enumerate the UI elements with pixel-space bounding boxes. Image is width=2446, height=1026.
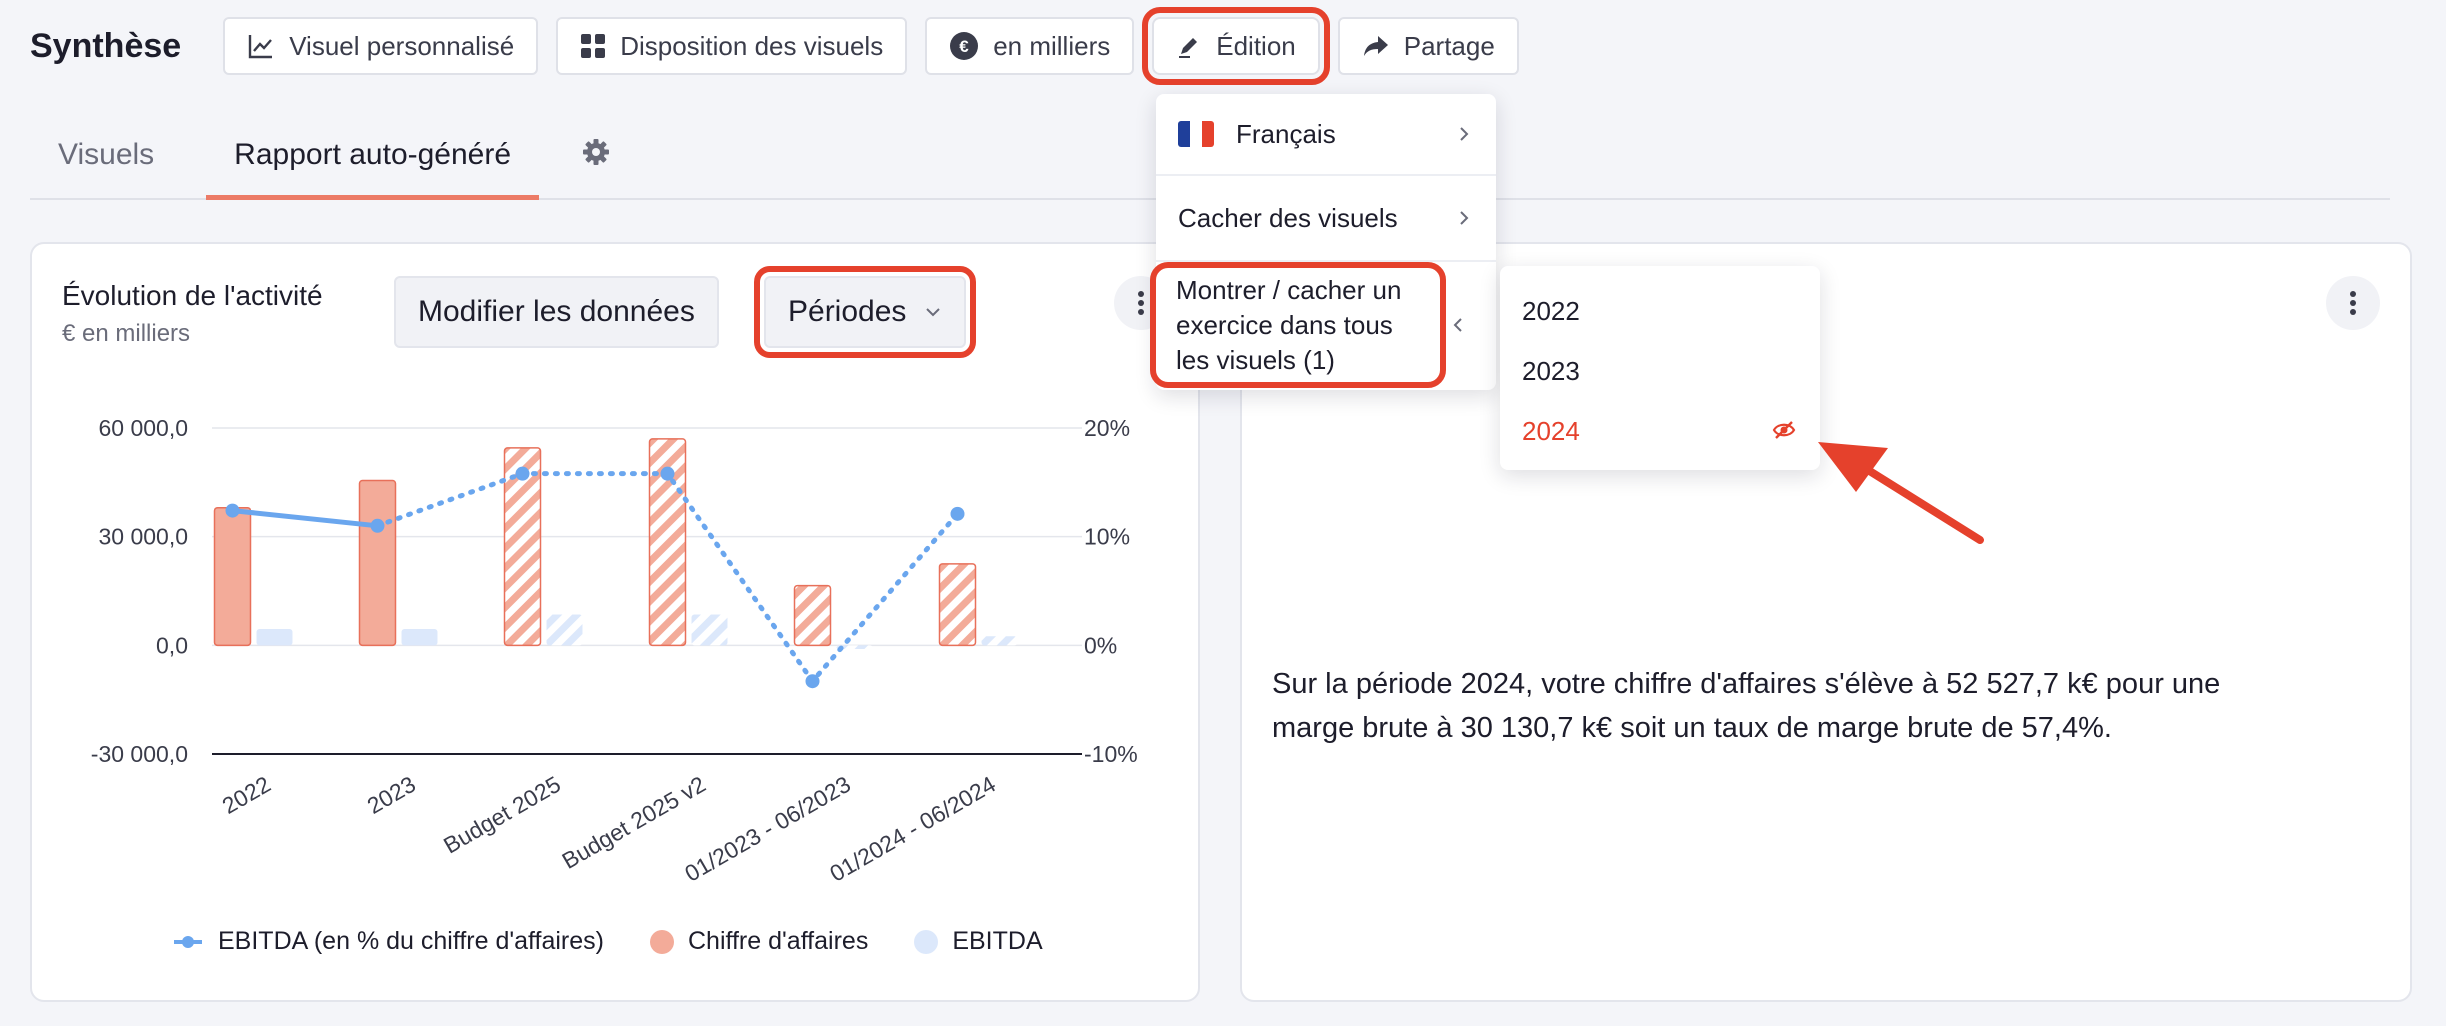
menu-divider: [1156, 260, 1496, 262]
year-option-2023[interactable]: 2023: [1522, 356, 1580, 387]
edit-menu: Français Cacher des visuels Montrer / ca…: [1150, 94, 1496, 390]
chevron-right-icon: [1460, 127, 1469, 141]
tab-auto-report[interactable]: Rapport auto-généré: [206, 138, 540, 200]
menu-item-hide-visuals[interactable]: Cacher des visuels: [1156, 176, 1496, 260]
revenue-bar: [793, 584, 832, 647]
ebitda-bar: [401, 629, 438, 646]
ebitda-bar: [546, 614, 583, 646]
legend-ebitda-percent-label: EBITDA (en % du chiffre d'affaires): [218, 927, 604, 955]
ebitda-bar: [691, 614, 728, 646]
ebitda-bar: [256, 629, 293, 646]
report-text-line: Sur la période 2024, votre chiffre d'aff…: [1272, 668, 2221, 700]
toggle-year-line: les visuels (1): [1176, 344, 1335, 375]
kebab-menu-icon: [2350, 291, 2356, 315]
tab-visuals[interactable]: Visuels: [30, 138, 182, 198]
x-tick-label: Budget 2025: [439, 771, 565, 859]
chevron-left-icon: [1453, 318, 1462, 332]
edit-label: Édition: [1216, 30, 1296, 61]
x-tick-label: 2022: [218, 771, 275, 819]
legend-ebitda-label: EBITDA: [952, 927, 1043, 955]
year-submenu: 2022 2023 2024: [1500, 266, 1820, 470]
y-tick-label: 0,0: [156, 632, 188, 658]
activity-chart: 60 000,0 30 000,0 0,0 -30 000,0 20% 10% 0% -10%…: [91, 415, 1138, 887]
custom-visual-button[interactable]: Visuel personnalisé: [223, 17, 539, 75]
revenue-bar: [358, 479, 397, 647]
legend-revenue-label: Chiffre d'affaires: [687, 927, 869, 955]
x-tick-label: 2023: [363, 771, 420, 819]
ebitda-percent-point: [370, 518, 385, 533]
x-tick-label: Budget 2025 v2: [557, 771, 710, 874]
ebitda-percent-point: [660, 466, 675, 481]
share-button[interactable]: Partage: [1337, 17, 1519, 75]
layout-button[interactable]: Disposition des visuels: [556, 17, 908, 75]
y2-tick-label: -10%: [1084, 741, 1138, 767]
ebitda-percent-point: [805, 674, 820, 689]
layout-label: Disposition des visuels: [620, 30, 884, 61]
legend-ebitda-percent[interactable]: EBITDA (en % du chiffre d'affaires): [172, 927, 604, 956]
report-text: Sur la période 2024, votre chiffre d'aff…: [1272, 662, 2382, 750]
revenue-bar: [213, 506, 252, 647]
revenue-bar: [938, 563, 977, 647]
eye-off-icon: [1772, 421, 1796, 439]
top-bar: Synthèse Visuel personnalisé Disposition…: [30, 7, 1537, 85]
chart-legend: EBITDA (en % du chiffre d'affaires) Chif…: [172, 927, 1089, 956]
page-title: Synthèse: [30, 26, 182, 65]
gear-icon: [583, 139, 610, 165]
ebitda-percent-line-actual: [232, 508, 378, 529]
line-marker-swatch: [174, 935, 202, 948]
year-option-2024[interactable]: 2024: [1522, 416, 1580, 447]
share-arrow-icon: [1363, 36, 1388, 56]
report-text-line: marge brute à 30 130,7 k€ soit un taux d…: [1272, 712, 2112, 744]
grid-icon: [581, 34, 606, 58]
activity-card: Évolution de l'activité € en milliers Mo…: [30, 242, 1200, 1002]
legend-ebitda[interactable]: EBITDA: [914, 927, 1043, 956]
edit-button[interactable]: Édition: [1142, 7, 1330, 85]
menu-item-language-label: Français: [1236, 118, 1336, 149]
menu-item-hide-visuals-label: Cacher des visuels: [1178, 202, 1398, 233]
y-tick-label: -30 000,0: [91, 741, 188, 767]
y2-tick-label: 20%: [1084, 415, 1130, 441]
units-label: en milliers: [993, 30, 1111, 61]
y2-tick-label: 10%: [1084, 524, 1130, 550]
svg-text:€: €: [959, 37, 969, 56]
legend-revenue[interactable]: Chiffre d'affaires: [649, 927, 869, 956]
units-button[interactable]: € en milliers: [925, 17, 1135, 75]
custom-visual-label: Visuel personnalisé: [289, 30, 515, 61]
euro-coin-icon: €: [950, 32, 979, 60]
ebitda-percent-point: [225, 503, 240, 518]
ebitda-bar: [981, 636, 1018, 646]
ebitda-swatch: [914, 929, 939, 954]
y-tick-label: 60 000,0: [98, 415, 188, 441]
share-label: Partage: [1403, 30, 1495, 61]
menu-item-toggle-year[interactable]: Montrer / cacher un exercice dans tous l…: [1150, 262, 1446, 388]
menu-item-toggle-year-label: Montrer / cacher un exercice dans tous l…: [1176, 273, 1401, 378]
revenue-swatch: [649, 929, 674, 954]
ebitda-percent-point: [950, 506, 965, 521]
chevron-right-icon: [1460, 211, 1469, 225]
y2-tick-label: 0%: [1084, 632, 1117, 658]
menu-item-language[interactable]: Français: [1156, 94, 1496, 174]
annotation-arrow: [1818, 442, 1984, 544]
report-settings-button[interactable]: [581, 137, 611, 198]
ebitda-percent-point: [515, 466, 530, 481]
toggle-year-line: exercice dans tous: [1176, 309, 1393, 340]
report-options-button[interactable]: [2326, 276, 2380, 330]
y-tick-label: 30 000,0: [98, 524, 188, 550]
year-option-2022[interactable]: 2022: [1522, 296, 1580, 327]
toggle-year-line: Montrer / cacher un: [1176, 274, 1402, 305]
pen-icon: [1179, 38, 1198, 58]
line-chart-icon: [248, 35, 273, 59]
french-flag-icon: [1178, 121, 1214, 147]
